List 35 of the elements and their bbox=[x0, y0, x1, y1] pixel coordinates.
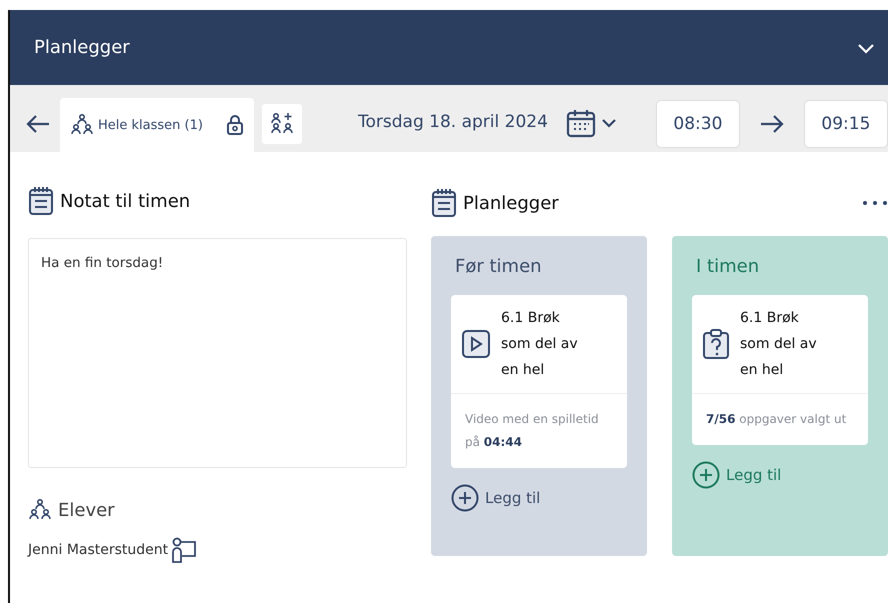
date-text: Torsdag 18. april 2024 bbox=[358, 112, 548, 132]
section-title: Notat til timen bbox=[60, 190, 190, 212]
calendar-button[interactable] bbox=[566, 108, 618, 138]
section-title: Elever bbox=[58, 500, 115, 520]
student-name: Jenni Masterstudent bbox=[28, 542, 168, 558]
add-button[interactable]: Legg til bbox=[692, 461, 868, 489]
group-tab[interactable]: Hele klassen (1) bbox=[60, 98, 254, 152]
add-button[interactable]: Legg til bbox=[451, 484, 627, 512]
more-icon[interactable] bbox=[862, 199, 888, 207]
end-time-field[interactable]: 09:15 bbox=[804, 100, 888, 148]
lock-icon bbox=[226, 115, 244, 135]
add-group-icon bbox=[270, 112, 294, 136]
card-title: 6.1 Brøk som del av en hel bbox=[740, 309, 818, 380]
add-group-button[interactable] bbox=[262, 104, 302, 144]
lesson-card[interactable]: 6.1 Brøk som del av en hel 7/56 oppgaver valgt ut bbox=[692, 295, 868, 445]
students-icon bbox=[28, 498, 52, 522]
notepad-icon bbox=[28, 186, 54, 216]
section-title: Planlegger bbox=[463, 192, 559, 214]
plus-circle-icon bbox=[692, 461, 720, 489]
group-icon bbox=[70, 113, 94, 137]
plus-circle-icon bbox=[451, 484, 479, 512]
play-icon bbox=[461, 329, 491, 359]
lesson-card[interactable]: 6.1 Brøk som del av en hel Video med en spilletid på 04:44 bbox=[451, 295, 627, 468]
start-time-field[interactable]: 08:30 bbox=[656, 100, 740, 148]
card-description: Video med en spilletid på 04:44 bbox=[464, 411, 600, 451]
header-title: Planlegger bbox=[34, 37, 130, 58]
clipboard-question-icon bbox=[702, 328, 730, 360]
card-description: 7/56 oppgaver valgt ut bbox=[705, 411, 848, 428]
note-field[interactable]: Ha en fin torsdag! bbox=[28, 238, 407, 468]
person-board-icon bbox=[170, 536, 198, 564]
calendar-icon bbox=[566, 108, 596, 138]
card-title: 6.1 Brøk som del av en hel bbox=[501, 309, 579, 380]
notepad-icon bbox=[431, 188, 457, 218]
column-title: I timen bbox=[696, 256, 760, 277]
column-title: Før timen bbox=[455, 256, 543, 277]
